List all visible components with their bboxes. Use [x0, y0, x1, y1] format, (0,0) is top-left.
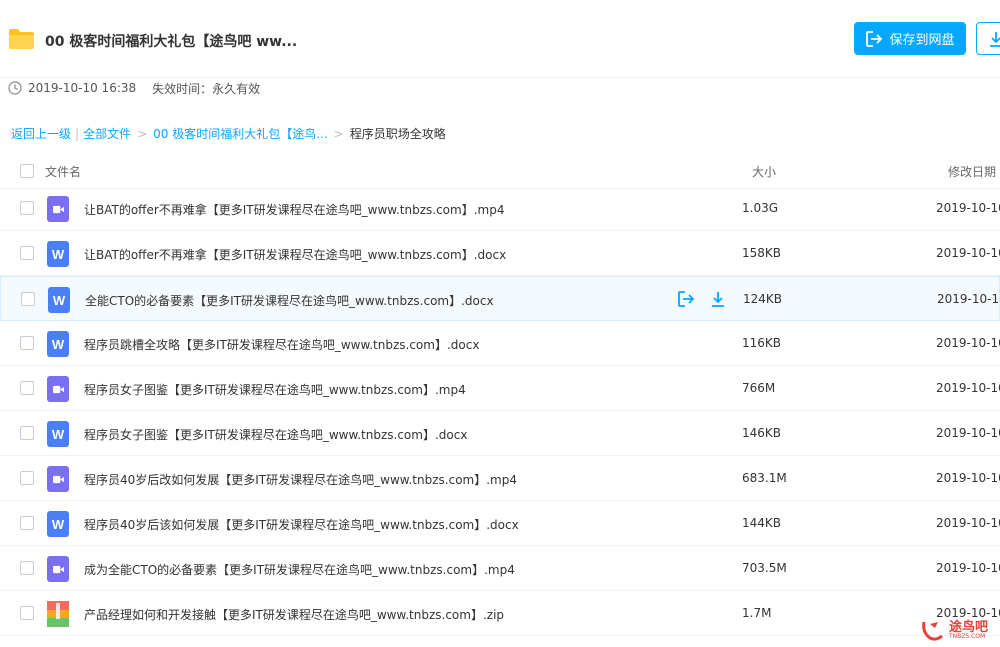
clock-icon — [8, 81, 22, 95]
word-file-icon: W — [47, 511, 69, 537]
file-size: 124KB — [743, 292, 783, 306]
file-size: 1.7M — [742, 606, 772, 620]
file-name[interactable]: 程序员40岁后该如何发展【更多IT研发课程尽在途鸟吧_www.tnbzs.com… — [84, 516, 519, 533]
file-name[interactable]: 程序员40岁后改如何发展【更多IT研发课程尽在途鸟吧_www.tnbzs.com… — [84, 471, 517, 488]
table-row[interactable]: 让BAT的offer不再难拿【更多IT研发课程尽在途鸟吧_www.tnbzs.c… — [0, 186, 1000, 231]
watermark-logo-icon — [922, 621, 943, 641]
file-name[interactable]: 程序员跳槽全攻略【更多IT研发课程尽在途鸟吧_www.tnbzs.com】.do… — [84, 336, 479, 353]
table-row[interactable]: W 程序员40岁后该如何发展【更多IT研发课程尽在途鸟吧_www.tnbzs.co… — [0, 501, 1000, 546]
save-button-label: 保存到网盘 — [889, 33, 955, 48]
parent-folder-link[interactable]: 00 极客时间福利大礼包【途鸟... — [153, 125, 328, 142]
share-meta: 2019-10-10 16:38 失效时间：永久有效 — [8, 80, 260, 96]
file-size: 1.03G — [742, 201, 779, 215]
file-name[interactable]: 全能CTO的必备要素【更多IT研发课程尽在途鸟吧_www.tnbzs.com】.… — [85, 292, 494, 309]
word-file-icon: W — [47, 241, 69, 267]
file-size: 158KB — [742, 246, 782, 260]
video-file-icon — [47, 466, 69, 492]
save-icon — [866, 30, 883, 47]
table-row[interactable]: 程序员40岁后改如何发展【更多IT研发课程尽在途鸟吧_www.tnbzs.com… — [0, 456, 1000, 501]
video-file-icon — [47, 376, 69, 402]
table-row[interactable]: W 让BAT的offer不再难拿【更多IT研发课程尽在途鸟吧_www.tnbzs.… — [0, 231, 1000, 276]
file-date: 2019-10-10 — [936, 516, 1000, 530]
file-size: 683.1M — [742, 471, 787, 485]
row-checkbox[interactable] — [20, 201, 34, 215]
select-all-checkbox[interactable] — [20, 164, 34, 178]
file-date: 2019-10-10 — [936, 426, 1000, 440]
video-file-icon — [47, 196, 69, 222]
file-name[interactable]: 让BAT的offer不再难拿【更多IT研发课程尽在途鸟吧_www.tnbzs.c… — [84, 246, 506, 263]
word-file-icon: W — [48, 287, 70, 313]
file-size: 766M — [742, 381, 776, 395]
table-row[interactable]: W 程序员跳槽全攻略【更多IT研发课程尽在途鸟吧_www.tnbzs.com】.d… — [0, 321, 1000, 366]
word-file-icon: W — [47, 421, 69, 447]
video-file-icon — [47, 556, 69, 582]
row-checkbox[interactable] — [20, 561, 34, 575]
save-to-disk-button[interactable]: 保存到网盘 — [854, 22, 966, 55]
folder-icon — [9, 29, 34, 49]
file-date: 2019-10-10 — [936, 336, 1000, 350]
share-header: 00 极客时间福利大礼包【途鸟吧 ww... 保存到网盘 2019-10-10 … — [0, 0, 1000, 96]
current-folder: 程序员职场全攻略 — [349, 127, 446, 141]
table-row[interactable]: W 全能CTO的必备要素【更多IT研发课程尽在途鸟吧_www.tnbzs.com】… — [0, 276, 1000, 321]
column-header-size[interactable]: 大小 — [752, 163, 776, 180]
watermark-sub: TNBZS.COM — [949, 632, 986, 640]
row-checkbox[interactable] — [20, 606, 34, 620]
table-row[interactable]: 产品经理如何和开发接触【更多IT研发课程尽在途鸟吧_www.tnbzs.com】… — [0, 591, 1000, 636]
row-checkbox[interactable] — [20, 426, 34, 440]
watermark-text: 途鸟吧 — [949, 619, 989, 635]
file-date: 2019-10-10 — [936, 246, 1000, 260]
row-actions — [677, 290, 727, 308]
file-name[interactable]: 程序员女子图鉴【更多IT研发课程尽在途鸟吧_www.tnbzs.com】.doc… — [84, 426, 467, 443]
file-date: 2019-10-10 — [936, 201, 1000, 215]
file-name[interactable]: 程序员女子图鉴【更多IT研发课程尽在途鸟吧_www.tnbzs.com】.mp4 — [84, 381, 466, 398]
zip-file-icon — [47, 601, 69, 627]
file-size: 144KB — [742, 516, 782, 530]
table-row[interactable]: 程序员女子图鉴【更多IT研发课程尽在途鸟吧_www.tnbzs.com】.mp4… — [0, 366, 1000, 411]
row-checkbox[interactable] — [20, 471, 34, 485]
download-icon — [990, 31, 1000, 47]
word-file-icon: W — [47, 331, 69, 357]
column-header-date[interactable]: 修改日期 — [948, 163, 996, 180]
share-date: 2019-10-10 16:38 — [28, 81, 137, 95]
file-name[interactable]: 产品经理如何和开发接触【更多IT研发课程尽在途鸟吧_www.tnbzs.com】… — [84, 606, 504, 623]
all-files-link[interactable]: 全部文件 — [83, 125, 131, 142]
file-size: 703.5M — [742, 561, 787, 575]
breadcrumb-separator: > — [137, 126, 148, 141]
share-title: 00 极客时间福利大礼包【途鸟吧 ww... — [45, 34, 298, 50]
file-name[interactable]: 让BAT的offer不再难拿【更多IT研发课程尽在途鸟吧_www.tnbzs.c… — [84, 201, 504, 218]
table-row[interactable]: 成为全能CTO的必备要素【更多IT研发课程尽在途鸟吧_www.tnbzs.com… — [0, 546, 1000, 591]
file-size: 116KB — [742, 336, 782, 350]
download-icon[interactable] — [709, 290, 727, 308]
file-date: 2019-10-10 — [936, 381, 1000, 395]
file-name[interactable]: 成为全能CTO的必备要素【更多IT研发课程尽在途鸟吧_www.tnbzs.com… — [84, 561, 515, 578]
row-checkbox[interactable] — [20, 516, 34, 530]
save-icon[interactable] — [677, 290, 695, 308]
download-button[interactable] — [976, 22, 1000, 55]
table-header: 文件名 大小 修改日期 — [0, 153, 1000, 189]
column-header-name[interactable]: 文件名 — [45, 163, 81, 180]
back-link[interactable]: 返回上一级 — [11, 125, 71, 142]
table-row[interactable]: W 程序员女子图鉴【更多IT研发课程尽在途鸟吧_www.tnbzs.com】.do… — [0, 411, 1000, 456]
row-checkbox[interactable] — [21, 292, 35, 306]
site-watermark: 途鸟吧 TNBZS.COM — [920, 618, 988, 642]
row-checkbox[interactable] — [20, 381, 34, 395]
file-date: 2019-10-10 — [936, 561, 1000, 575]
row-checkbox[interactable] — [20, 336, 34, 350]
file-date: 2019-10-10 — [937, 292, 1000, 306]
file-date: 2019-10-10 — [936, 471, 1000, 485]
breadcrumb-divider: | — [75, 126, 80, 141]
expire-text: 失效时间：永久有效 — [152, 81, 261, 96]
breadcrumb-separator: > — [333, 126, 344, 141]
breadcrumb: 返回上一级 | 全部文件 > 00 极客时间福利大礼包【途鸟... > 程序员职… — [11, 125, 446, 142]
file-size: 146KB — [742, 426, 782, 440]
row-checkbox[interactable] — [20, 246, 34, 260]
